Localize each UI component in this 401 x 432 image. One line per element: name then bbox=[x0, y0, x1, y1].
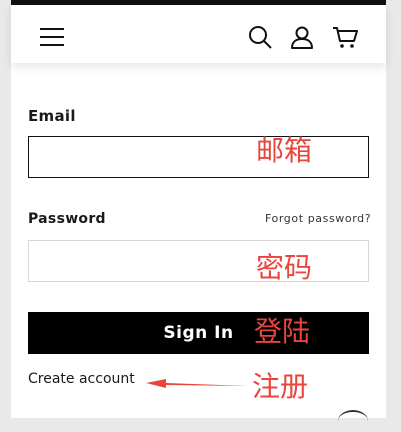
annotation-arrow-icon bbox=[146, 379, 248, 388]
annotation-email: 邮箱 bbox=[256, 134, 313, 167]
password-label: Password bbox=[28, 211, 106, 227]
decorative-corner bbox=[338, 410, 368, 432]
login-form: Email Password Forgot password? Sign In … bbox=[0, 0, 401, 418]
sign-in-button[interactable]: Sign In bbox=[28, 312, 369, 354]
email-field[interactable] bbox=[28, 136, 369, 178]
password-field[interactable] bbox=[28, 240, 369, 282]
create-account-link[interactable]: Create account bbox=[28, 371, 135, 387]
forgot-password-link[interactable]: Forgot password? bbox=[265, 212, 371, 225]
annotation-password: 密码 bbox=[256, 251, 313, 284]
annotation-signin: 登陆 bbox=[254, 315, 311, 348]
annotation-register: 注册 bbox=[252, 370, 309, 403]
email-label: Email bbox=[28, 107, 76, 125]
